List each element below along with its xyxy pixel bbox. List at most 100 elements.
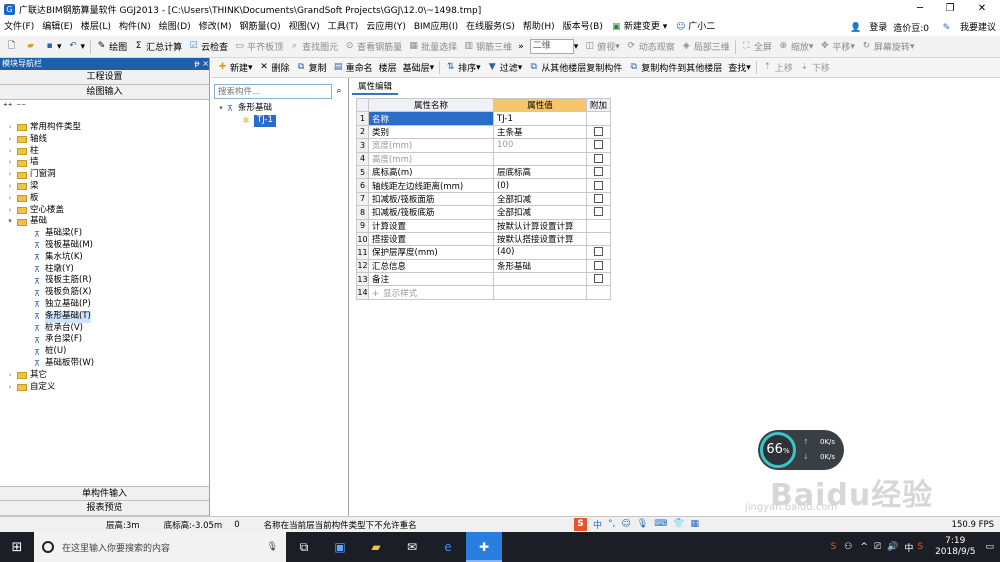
top-view-button[interactable]: ◫ 俯视 ▾ xyxy=(581,38,623,56)
skin-icon[interactable]: 👕 xyxy=(673,519,684,529)
minimize-icon[interactable]: ─ xyxy=(904,0,936,18)
component-search-input[interactable] xyxy=(214,84,332,99)
delete-button[interactable]: ✕ 删除 xyxy=(256,61,293,74)
collapse-toggle-icon[interactable]: ▾ xyxy=(217,103,225,115)
nav-tree-node[interactable]: › 梁 xyxy=(0,181,209,193)
nav-tree-node[interactable]: › 墙 xyxy=(0,157,209,169)
people-icon[interactable]: ⚇ xyxy=(844,542,852,552)
property-value-cell[interactable]: 100 xyxy=(493,138,587,153)
expand-toggle-icon[interactable]: › xyxy=(6,146,14,158)
menu-cloud[interactable]: 云应用(Y) xyxy=(362,18,410,36)
property-row[interactable]: 6 轴线距左边线距离(mm) (0) xyxy=(356,178,612,193)
property-row[interactable]: 12 汇总信息 条形基础 xyxy=(356,258,612,274)
expand-toggle-icon[interactable]: › xyxy=(6,122,14,134)
component-tree-item[interactable]: ✲ TJ-1 xyxy=(217,114,347,127)
expand-toggle-icon[interactable]: › xyxy=(6,205,14,217)
menu-bim[interactable]: BIM应用(I) xyxy=(410,18,462,36)
property-row[interactable]: 4 高度(mm) xyxy=(356,151,612,166)
menu-modify[interactable]: 修改(M) xyxy=(195,18,236,36)
new-file-button[interactable]: 🗋 xyxy=(3,38,22,56)
nav-tree-node[interactable]: › 柱 xyxy=(0,146,209,158)
notifications-icon[interactable]: ▭ xyxy=(985,542,994,552)
toolbox-icon[interactable]: ▦ xyxy=(690,519,699,529)
clock[interactable]: 7:19 2018/9/5 xyxy=(935,536,975,558)
property-row[interactable]: 2 类别 主条基 xyxy=(356,124,612,140)
property-value-cell[interactable] xyxy=(493,272,587,287)
menu-version[interactable]: 版本号(B) xyxy=(559,18,607,36)
property-value-cell[interactable]: TJ-1 xyxy=(493,111,587,126)
search-icon[interactable]: ⌕ xyxy=(332,84,346,99)
filter-button[interactable]: ▼ 过滤 ▾ xyxy=(484,61,526,74)
expand-toggle-icon[interactable]: › xyxy=(6,157,14,169)
property-value-cell[interactable]: 层底标高 xyxy=(493,164,587,180)
ime-lang[interactable]: 中 xyxy=(593,518,602,531)
menu-rebar-qty[interactable]: 钢筋量(Q) xyxy=(235,18,284,36)
menu-edit[interactable]: 编辑(E) xyxy=(38,18,77,36)
rename-button[interactable]: ▤ 重命名 xyxy=(330,61,376,74)
expand-plus-icon[interactable]: + xyxy=(372,289,379,299)
new-component-button[interactable]: ✚ 新建 ▾ xyxy=(214,61,256,74)
emoji-icon[interactable]: ☺ xyxy=(621,519,630,529)
volume-icon[interactable]: 🔊 xyxy=(887,542,898,552)
menu-help[interactable]: 帮助(H) xyxy=(519,18,559,36)
draw-button[interactable]: ✎ 绘图 xyxy=(93,38,130,56)
nav-tree-node[interactable]: ⊼ 条形基础(T) xyxy=(0,310,209,323)
property-value-cell[interactable]: 主条基 xyxy=(493,124,587,140)
nav-tree-node[interactable]: ⊼ 柱墩(Y) xyxy=(0,264,209,276)
nav-tree-node[interactable]: › 其它 xyxy=(0,370,209,382)
glodon-taskbar-icon[interactable]: ✚ xyxy=(466,532,502,562)
tab-property-edit[interactable]: 属性编辑 xyxy=(352,80,398,95)
suggest-link[interactable]: ✎ 我要建议 xyxy=(935,20,996,34)
nav-tree-node[interactable]: ⊼ 筏板负筋(X) xyxy=(0,287,209,299)
find-button[interactable]: 查找 ▾ xyxy=(725,61,754,75)
taskbar-app-icon[interactable]: ▣ xyxy=(322,532,358,562)
keyboard-icon[interactable]: ⌨ xyxy=(654,519,667,529)
property-row[interactable]: 5 底标高(m) 层底标高 xyxy=(356,164,612,180)
copy-button[interactable]: ⧉ 复制 xyxy=(293,61,330,74)
cloud-check-button[interactable]: ☑ 云检查 xyxy=(185,38,231,56)
collapse-all-icon[interactable]: ⁻⁻ xyxy=(17,102,27,112)
menu-draw[interactable]: 绘图(D) xyxy=(155,18,195,36)
rebar-3d-button[interactable]: ▥ 钢筋三维 xyxy=(460,38,515,56)
property-value-cell[interactable]: 按默认搭接设置计算 xyxy=(493,231,587,247)
nav-pin-close-icon[interactable]: ᵽ × xyxy=(194,58,209,70)
close-icon[interactable]: ✕ xyxy=(966,0,998,18)
login-link[interactable]: 👤 登录 xyxy=(844,20,887,34)
edge-browser-icon[interactable]: e xyxy=(430,532,466,562)
nav-tree-node[interactable]: ⊼ 桩承台(V) xyxy=(0,323,209,335)
attach-checkbox[interactable] xyxy=(594,180,603,190)
nav-tree-node[interactable]: ⊼ 基础梁(F) xyxy=(0,228,209,240)
menu-online[interactable]: 在线服务(S) xyxy=(462,18,519,36)
expand-toggle-icon[interactable]: › xyxy=(6,181,14,193)
ime-toolbar[interactable]: S 中 °, ☺ 🎙 ⌨ 👕 ▦ xyxy=(574,517,702,531)
property-value-cell[interactable] xyxy=(493,285,587,300)
windows-start-icon[interactable]: ⊞ xyxy=(0,540,34,555)
property-row[interactable]: 13 备注 xyxy=(356,272,612,287)
nav-tree-node[interactable]: ▾ 基础 xyxy=(0,216,209,228)
component-tree-root[interactable]: ▾ ⊼ 条形基础 xyxy=(217,103,347,115)
expand-all-icon[interactable]: ⁺⁺ xyxy=(3,102,13,112)
move-down-button[interactable]: ⇣ 下移 xyxy=(796,61,833,74)
nav-tree-node[interactable]: ⊼ 基础板带(W) xyxy=(0,358,209,370)
nav-tree-node[interactable]: ⊼ 筏板基础(M) xyxy=(0,240,209,252)
zoom-button[interactable]: ⊕ 缩放 ▾ xyxy=(775,38,817,56)
report-preview-button[interactable]: 报表预览 xyxy=(0,501,209,516)
copy-to-floor-button[interactable]: ⧉ 复制构件到其他楼层 xyxy=(625,61,725,74)
property-row[interactable]: 7 扣减板/筏板面筋 全部扣减 xyxy=(356,191,612,207)
nav-tree-node[interactable]: ⊼ 集水坑(K) xyxy=(0,252,209,264)
taskbar-search-box[interactable]: 在这里输入你要搜索的内容 🎙 xyxy=(34,532,286,562)
nav-tree-node[interactable]: ⊼ 承台梁(F) xyxy=(0,334,209,346)
copy-from-floor-button[interactable]: ⧉ 从其他楼层复制构件 xyxy=(525,61,625,74)
undo-button[interactable]: ↶ ▾ xyxy=(65,38,89,56)
property-value-cell[interactable] xyxy=(493,151,587,166)
expand-toggle-icon[interactable]: › xyxy=(6,193,14,205)
find-element-button[interactable]: ⌕ 查找图元 xyxy=(286,38,341,56)
attach-checkbox[interactable] xyxy=(594,167,603,177)
nav-tree-node[interactable]: ⊼ 筏板主筋(R) xyxy=(0,275,209,287)
nav-tree-node[interactable]: › 门窗洞 xyxy=(0,169,209,181)
property-row[interactable]: 10 搭接设置 按默认搭接设置计算 xyxy=(356,231,612,247)
menu-file[interactable]: 文件(F) xyxy=(0,18,38,36)
property-value-cell[interactable]: 条形基础 xyxy=(493,258,587,274)
view-mode-select[interactable]: 二维 ▾ xyxy=(527,38,582,56)
task-view-icon[interactable]: ⧉ xyxy=(286,532,322,562)
